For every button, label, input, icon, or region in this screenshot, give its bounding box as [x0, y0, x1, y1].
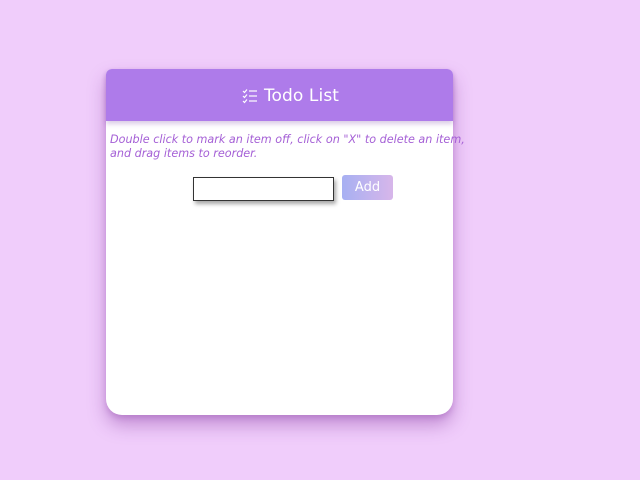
- list-check-icon: [242, 88, 258, 104]
- instructions-line-1: Double click to mark an item off, click …: [110, 133, 465, 146]
- instructions-text: Double click to mark an item off, click …: [110, 133, 465, 161]
- todo-card: Todo List Double click to mark an item o…: [106, 69, 465, 415]
- card-header: Todo List: [106, 69, 453, 121]
- todo-input[interactable]: [193, 177, 334, 201]
- page-title: Todo List: [263, 86, 340, 106]
- todo-list: [106, 214, 453, 404]
- instructions-line-2: and drag items to reorder.: [110, 147, 258, 160]
- title-wrap: Todo List: [242, 86, 339, 106]
- add-button[interactable]: Add: [342, 175, 393, 200]
